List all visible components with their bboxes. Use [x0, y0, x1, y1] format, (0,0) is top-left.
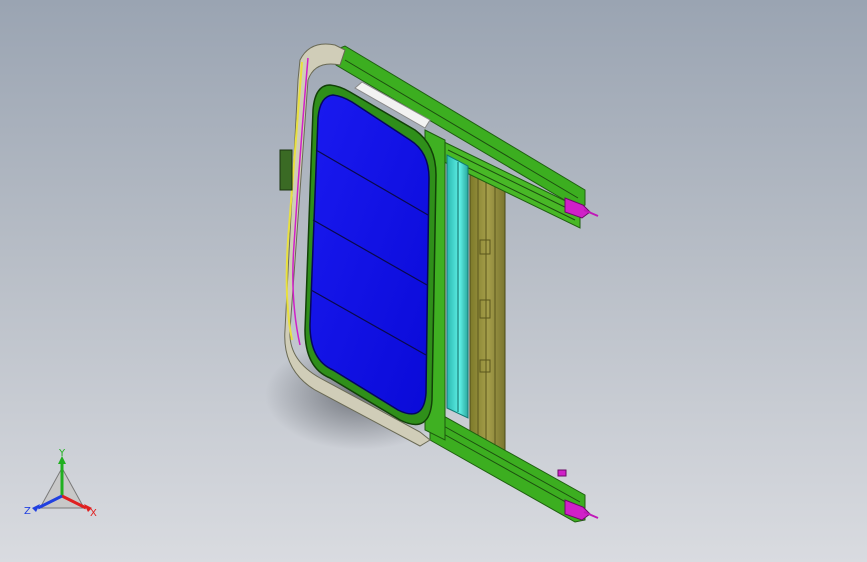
mount-clip-mid[interactable] [557, 469, 567, 477]
bottom-guide-rail[interactable] [429, 413, 586, 523]
drive-connector[interactable] [279, 149, 293, 191]
triad-x-label: X [90, 508, 97, 519]
orientation-triad[interactable]: Y X Z [22, 448, 108, 524]
glass-panel[interactable] [309, 94, 430, 415]
triad-z-label: Z [24, 506, 31, 517]
triad-y-label: Y [58, 448, 66, 459]
cad-viewport[interactable]: Y X Z [0, 0, 867, 562]
rear-panel[interactable] [469, 167, 506, 456]
sunroof-assembly-model[interactable] [0, 0, 867, 562]
